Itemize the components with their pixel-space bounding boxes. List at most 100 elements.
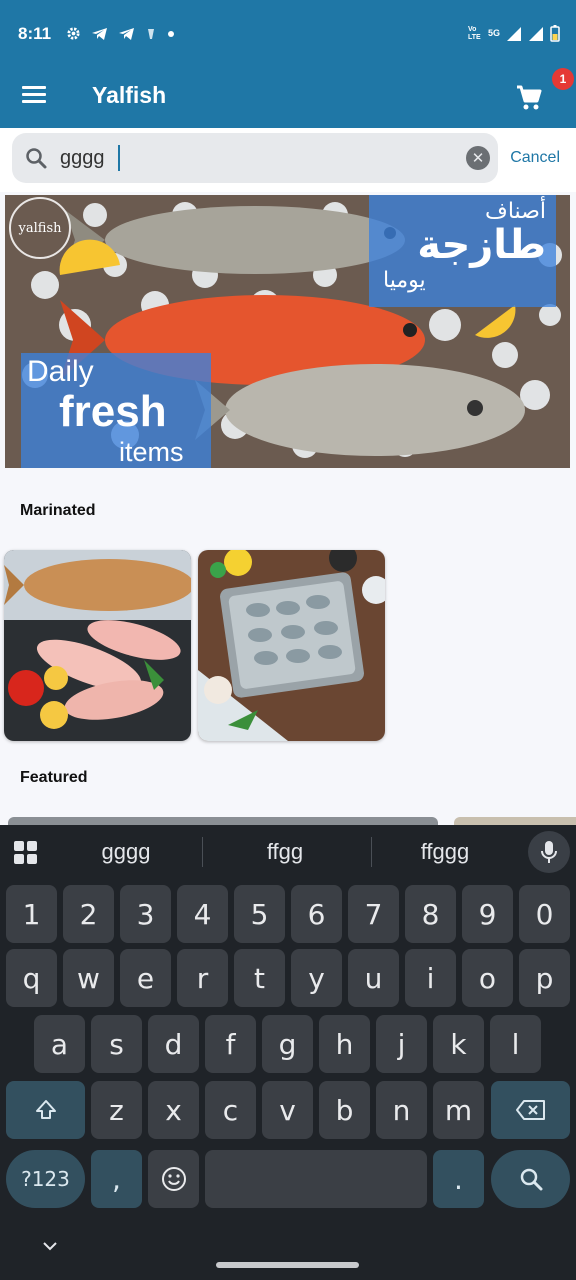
key-n[interactable]: n	[376, 1081, 427, 1139]
network-label: 5G	[487, 28, 500, 38]
microphone-icon	[541, 841, 557, 863]
key-c[interactable]: c	[205, 1081, 256, 1139]
signal-icon	[507, 26, 521, 41]
arabic-text-panel: أصناف طازجة يوميا	[369, 195, 556, 307]
english-line-3: items	[119, 437, 184, 467]
hide-keyboard-button[interactable]	[42, 1238, 58, 1256]
key-0[interactable]: 0	[519, 885, 570, 943]
key-v[interactable]: v	[262, 1081, 313, 1139]
key-y[interactable]: y	[291, 949, 342, 1007]
backspace-icon	[515, 1100, 545, 1120]
product-card[interactable]	[198, 550, 385, 741]
english-text-panel: Daily fresh items	[21, 353, 211, 468]
system-icons: Vo LTE 5G	[468, 25, 560, 42]
search-icon	[26, 148, 47, 169]
key-a[interactable]: a	[34, 1015, 85, 1073]
shift-icon	[35, 1100, 56, 1119]
key-t[interactable]: t	[234, 949, 285, 1007]
brand-logo: yalfish	[9, 197, 71, 259]
symbols-key[interactable]: ?123	[6, 1150, 85, 1208]
key-3[interactable]: 3	[120, 885, 171, 943]
search-row: ✕ Cancel	[0, 128, 576, 192]
key-z[interactable]: z	[91, 1081, 142, 1139]
key-s[interactable]: s	[91, 1015, 142, 1073]
suggestion-2[interactable]: ffgg	[210, 839, 360, 865]
space-key[interactable]	[205, 1150, 427, 1208]
status-bar: 8:11 Vo LTE 5G	[0, 0, 576, 64]
voice-input-button[interactable]	[528, 831, 570, 873]
key-9[interactable]: 9	[462, 885, 513, 943]
key-r[interactable]: r	[177, 949, 228, 1007]
period-key[interactable]: .	[433, 1150, 484, 1208]
key-j[interactable]: j	[376, 1015, 427, 1073]
key-4[interactable]: 4	[177, 885, 228, 943]
app-notification-icon	[148, 28, 154, 39]
notification-icons	[66, 26, 175, 41]
search-action-key[interactable]	[491, 1150, 570, 1208]
suggestion-3[interactable]: ffggg	[370, 839, 520, 865]
menu-icon	[22, 86, 46, 89]
emoji-key[interactable]	[148, 1150, 199, 1208]
key-k[interactable]: k	[433, 1015, 484, 1073]
product-image-fish-fillets	[4, 550, 191, 741]
key-p[interactable]: p	[519, 949, 570, 1007]
on-screen-keyboard: gggg ffgg ffggg 1 2 3 4 5 6 7 8 9 0 q w …	[0, 825, 576, 1280]
arabic-line-3: يوميا	[383, 267, 426, 292]
key-m[interactable]: m	[433, 1081, 484, 1139]
backspace-key[interactable]	[491, 1081, 570, 1139]
search-icon	[520, 1168, 542, 1191]
apps-grid-icon[interactable]	[14, 841, 38, 865]
app-title: Yalfish	[92, 82, 167, 108]
key-6[interactable]: 6	[291, 885, 342, 943]
product-card[interactable]	[4, 550, 191, 741]
battery-icon	[550, 25, 560, 42]
english-line-1: Daily	[27, 355, 94, 388]
key-u[interactable]: u	[348, 949, 399, 1007]
key-f[interactable]: f	[205, 1015, 256, 1073]
section-title-featured: Featured	[20, 769, 88, 786]
key-q[interactable]: q	[6, 949, 57, 1007]
key-5[interactable]: 5	[234, 885, 285, 943]
text-caret	[118, 145, 120, 171]
suggestion-divider	[202, 837, 203, 867]
key-7[interactable]: 7	[348, 885, 399, 943]
key-i[interactable]: i	[405, 949, 456, 1007]
suggestion-1[interactable]: gggg	[51, 839, 201, 865]
key-x[interactable]: x	[148, 1081, 199, 1139]
key-g[interactable]: g	[262, 1015, 313, 1073]
featured-card-peek[interactable]	[8, 817, 438, 825]
menu-button[interactable]	[22, 86, 46, 106]
search-box: ✕	[12, 133, 498, 183]
key-8[interactable]: 8	[405, 885, 456, 943]
key-o[interactable]: o	[462, 949, 513, 1007]
key-2[interactable]: 2	[63, 885, 114, 943]
comma-key[interactable]: ,	[91, 1150, 142, 1208]
search-input[interactable]	[60, 143, 460, 173]
product-image-shrimp	[198, 550, 385, 741]
cancel-button[interactable]: Cancel	[510, 149, 560, 167]
cart-badge: 1	[552, 68, 574, 90]
key-l[interactable]: l	[490, 1015, 541, 1073]
dot-icon	[168, 30, 174, 37]
english-line-2: fresh	[59, 387, 167, 436]
promo-banner[interactable]: yalfish أصناف طازجة يوميا Daily fresh it…	[5, 195, 570, 468]
key-e[interactable]: e	[120, 949, 171, 1007]
key-b[interactable]: b	[319, 1081, 370, 1139]
telegram-icon	[119, 27, 134, 40]
signal-icon	[529, 26, 543, 41]
key-d[interactable]: d	[148, 1015, 199, 1073]
arabic-line-2: طازجة	[417, 223, 546, 267]
home-gesture-bar[interactable]	[216, 1262, 359, 1268]
volte-label: Vo LTE	[467, 25, 481, 41]
clear-search-button[interactable]: ✕	[466, 146, 490, 170]
key-w[interactable]: w	[63, 949, 114, 1007]
key-h[interactable]: h	[319, 1015, 370, 1073]
key-1[interactable]: 1	[6, 885, 57, 943]
shift-key[interactable]	[6, 1081, 85, 1139]
close-icon: ✕	[471, 150, 485, 167]
cart-icon	[517, 85, 542, 110]
emoji-icon	[161, 1167, 186, 1191]
featured-card-peek[interactable]	[454, 817, 576, 825]
gear-icon	[67, 27, 80, 40]
chevron-down-icon	[43, 1242, 57, 1251]
